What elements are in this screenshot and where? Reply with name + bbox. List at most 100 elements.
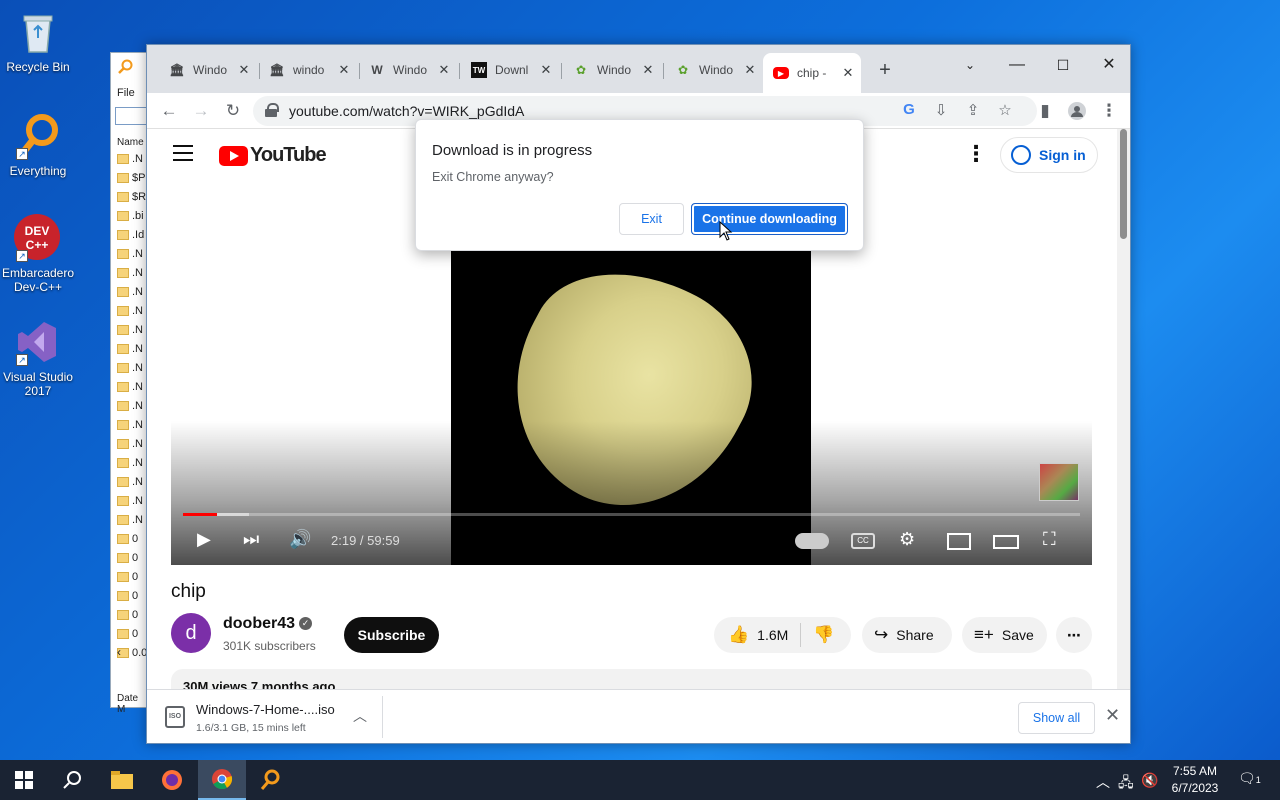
desktop-icon-visual-studio[interactable]: ↗ Visual Studio 2017: [0, 318, 76, 398]
start-button[interactable]: [0, 760, 48, 800]
file-list-row[interactable]: 0.0: [117, 647, 147, 659]
browser-tab[interactable]: ✿ Windo ✕: [563, 55, 661, 85]
autoplay-toggle[interactable]: [795, 533, 829, 549]
channel-watermark-thumbnail[interactable]: [1039, 463, 1079, 501]
close-window-button[interactable]: ✕: [1086, 51, 1130, 79]
file-list-row[interactable]: 0: [117, 552, 138, 564]
more-actions-button[interactable]: ⋯: [1056, 617, 1092, 653]
tab-close-icon[interactable]: ✕: [641, 62, 655, 78]
description-box[interactable]: 30M views 7 months ago: [171, 669, 1092, 689]
desktop-icon-devcpp[interactable]: DEV C++ ↗ Embarcadero Dev-C++: [0, 214, 76, 294]
file-list-row[interactable]: 0: [117, 609, 138, 621]
maximize-button[interactable]: ☐: [1040, 51, 1086, 79]
volume-icon[interactable]: 🔊: [289, 529, 311, 550]
settings-kebab-icon[interactable]: ⋮: [965, 141, 987, 167]
file-list-row[interactable]: .N: [117, 400, 143, 412]
install-app-icon[interactable]: ⇩: [931, 101, 951, 119]
google-lens-icon[interactable]: G: [899, 101, 919, 118]
everything-window[interactable]: File Name .N $P $R .bi .Id .N .N .N .N .N .N .N .N .N…: [110, 52, 155, 715]
file-list-row[interactable]: 0: [117, 533, 138, 545]
page-scrollbar[interactable]: [1117, 129, 1130, 689]
tab-close-icon[interactable]: ✕: [743, 62, 757, 78]
reload-button[interactable]: ↻: [221, 99, 245, 123]
progress-bar[interactable]: [183, 513, 1080, 516]
download-filename[interactable]: Windows-7-Home-....iso: [196, 702, 335, 717]
firefox-button[interactable]: [148, 760, 196, 800]
youtube-logo[interactable]: YouTube: [219, 144, 327, 167]
browser-tab[interactable]: TW Downl ✕: [461, 55, 559, 85]
tab-close-icon[interactable]: ✕: [237, 62, 251, 78]
file-list-row[interactable]: .N: [117, 495, 143, 507]
network-icon[interactable]: 🖧: [1118, 772, 1134, 796]
forward-button[interactable]: →: [189, 99, 213, 123]
file-list-row[interactable]: .N: [117, 343, 143, 355]
minimize-button[interactable]: —: [994, 51, 1040, 79]
browser-tab[interactable]: ▶ chip - ✕: [763, 53, 861, 93]
show-hidden-icons-chevron[interactable]: ︿: [1096, 772, 1110, 792]
tab-close-icon[interactable]: ✕: [539, 62, 553, 78]
bookmark-star-icon[interactable]: ☆: [995, 101, 1015, 119]
hamburger-menu-icon[interactable]: [173, 145, 193, 161]
everything-taskbar-button[interactable]: [246, 760, 294, 800]
tab-search-chevron-icon[interactable]: ⌄: [947, 51, 993, 79]
settings-gear-icon[interactable]: ⚙: [899, 529, 915, 550]
search-button[interactable]: [48, 760, 96, 800]
file-list-row[interactable]: 0: [117, 590, 138, 602]
file-list-row[interactable]: 0: [117, 571, 138, 583]
file-list-row[interactable]: .N: [117, 438, 143, 450]
address-text[interactable]: youtube.com/watch?v=WIRK_pGdIdA: [289, 103, 524, 119]
side-panel-icon[interactable]: ▮: [1033, 99, 1057, 123]
close-download-shelf-icon[interactable]: ✕: [1105, 705, 1120, 726]
file-list-row[interactable]: .N: [117, 286, 143, 298]
like-button[interactable]: 👍 1.6M: [728, 625, 788, 645]
browser-tab[interactable]: 🏛 windo ✕: [259, 55, 357, 85]
miniplayer-icon[interactable]: [947, 533, 971, 550]
browser-tab[interactable]: 🏛 Windo ✕: [159, 55, 257, 85]
action-center-button[interactable]: 🗨1: [1238, 770, 1261, 787]
subscribe-button[interactable]: Subscribe: [344, 617, 439, 653]
continue-downloading-button[interactable]: Continue downloading: [691, 203, 848, 235]
new-tab-button[interactable]: +: [875, 59, 895, 82]
video-player[interactable]: ▶ ⏭ 🔊 2:19 / 59:59 CC ⚙ ⛶: [171, 251, 1092, 565]
sign-in-button[interactable]: Sign in: [1000, 137, 1098, 173]
file-list-row[interactable]: .Id: [117, 229, 144, 241]
file-list-row[interactable]: .N: [117, 362, 143, 374]
next-button-icon[interactable]: ⏭: [243, 529, 259, 550]
column-header-name[interactable]: Name: [117, 137, 144, 148]
file-explorer-button[interactable]: [98, 760, 146, 800]
scrollbar-thumb[interactable]: [1120, 129, 1127, 239]
browser-tab[interactable]: ✿ Windo ✕: [665, 55, 763, 85]
file-list-row[interactable]: .N: [117, 457, 143, 469]
dislike-button[interactable]: 👎: [813, 625, 834, 645]
file-list-row[interactable]: .N: [117, 248, 143, 260]
tab-close-icon[interactable]: ✕: [437, 62, 451, 78]
scroll-left-arrow[interactable]: ‹: [117, 645, 121, 659]
file-list-row[interactable]: .N: [117, 267, 143, 279]
channel-avatar[interactable]: d: [171, 613, 211, 653]
chrome-taskbar-button[interactable]: [198, 760, 246, 800]
fullscreen-icon[interactable]: ⛶: [1043, 529, 1056, 550]
file-list-row[interactable]: .N: [117, 305, 143, 317]
file-list-row[interactable]: .N: [117, 514, 143, 526]
file-list-row[interactable]: .N: [117, 419, 143, 431]
channel-name[interactable]: doober43 ✓: [223, 615, 313, 633]
file-list-row[interactable]: 0: [117, 628, 138, 640]
file-list-row[interactable]: $P: [117, 172, 145, 184]
exit-button[interactable]: Exit: [619, 203, 684, 235]
profile-avatar-icon[interactable]: [1065, 99, 1089, 123]
desktop-icon-everything[interactable]: ↗ Everything: [0, 112, 76, 178]
volume-muted-icon[interactable]: 🔇: [1141, 772, 1158, 789]
share-button[interactable]: ↪ Share: [862, 617, 952, 653]
file-list-row[interactable]: .bi: [117, 210, 144, 222]
file-list-row[interactable]: .N: [117, 153, 143, 165]
file-list-row[interactable]: .N: [117, 381, 143, 393]
chrome-menu-icon[interactable]: ⋮: [1097, 99, 1121, 123]
browser-tab[interactable]: W Windo ✕: [359, 55, 457, 85]
channel-name-text[interactable]: doober43: [223, 615, 295, 632]
chrome-window[interactable]: 🏛 Windo ✕ 🏛 windo ✕ W Windo ✕ TW Downl ✕ ✿ Windo ✕ ✿ Win…: [146, 44, 1131, 744]
share-icon[interactable]: ⇪: [963, 101, 983, 119]
file-list-row[interactable]: .N: [117, 476, 143, 488]
desktop-icon-recycle-bin[interactable]: Recycle Bin: [0, 8, 76, 74]
theater-mode-icon[interactable]: [993, 535, 1019, 549]
play-button-icon[interactable]: ▶: [197, 529, 211, 550]
